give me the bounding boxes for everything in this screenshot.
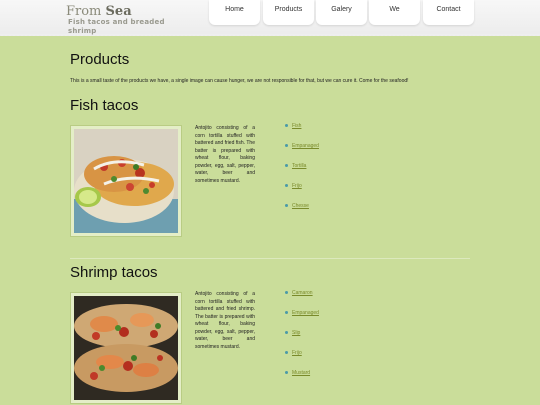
list-item: Mustard — [285, 369, 319, 389]
page-title: Products — [70, 51, 130, 68]
fish-tacos-photo — [70, 125, 182, 237]
fish-tacos-description: Antojito consisting of a corn tortilla s… — [195, 125, 255, 184]
bullet-icon — [285, 144, 288, 147]
nav-tab-we[interactable]: We — [369, 0, 420, 25]
list-item: Chesse — [285, 202, 319, 222]
shrimp-tacos-photo — [70, 292, 182, 404]
list-item: Tortilla — [285, 162, 319, 182]
ingredient-link[interactable]: Frijo — [292, 183, 302, 189]
bullet-icon — [285, 204, 288, 207]
bullet-icon — [285, 311, 288, 314]
list-item: Frijo — [285, 349, 319, 369]
product-title-fish-tacos: Fish tacos — [70, 97, 139, 114]
bullet-icon — [285, 291, 288, 294]
nav-tab-contact[interactable]: Contact — [423, 0, 474, 25]
logo-prefix: From — [66, 4, 102, 19]
list-item: Camaron — [285, 289, 319, 309]
nav-tab-home[interactable]: Home — [209, 0, 260, 25]
ingredient-link[interactable]: Fish — [292, 123, 301, 129]
ingredient-link[interactable]: Empanaged — [292, 310, 319, 316]
fish-tacos-ingredients: Fish Empanaged Tortilla Frijo Chesse — [285, 122, 319, 222]
site-logo[interactable]: From Sea — [66, 4, 132, 19]
list-item: Slip — [285, 329, 319, 349]
ingredient-link[interactable]: Mustard — [292, 370, 310, 376]
bullet-icon — [285, 164, 288, 167]
nav-tab-products[interactable]: Products — [263, 0, 314, 25]
section-divider — [70, 258, 470, 259]
list-item: Fish — [285, 122, 319, 142]
ingredient-link[interactable]: Tortilla — [292, 163, 306, 169]
site-tagline: Fish tacos and breaded shrimp — [68, 18, 165, 35]
ingredient-link[interactable]: Camaron — [292, 290, 313, 296]
bullet-icon — [285, 184, 288, 187]
shrimp-tacos-ingredients: Camaron Empanaged Slip Frijo Mustard — [285, 289, 319, 389]
list-item: Empanaged — [285, 309, 319, 329]
list-item: Empanaged — [285, 142, 319, 162]
list-item: Frijo — [285, 182, 319, 202]
bullet-icon — [285, 331, 288, 334]
ingredient-link[interactable]: Chesse — [292, 203, 309, 209]
ingredient-link[interactable]: Slip — [292, 330, 300, 336]
nav-tab-galery[interactable]: Galery — [316, 0, 367, 25]
bullet-icon — [285, 124, 288, 127]
bullet-icon — [285, 371, 288, 374]
logo-name: Sea — [105, 4, 132, 19]
product-title-shrimp-tacos: Shrimp tacos — [70, 264, 158, 281]
shrimp-tacos-image — [74, 296, 178, 400]
shrimp-tacos-description: Antojito consisting of a corn tortilla s… — [195, 291, 255, 350]
bullet-icon — [285, 351, 288, 354]
fish-tacos-image — [74, 129, 178, 233]
ingredient-link[interactable]: Frijo — [292, 350, 302, 356]
page-intro: This is a small taste of the products we… — [70, 78, 409, 84]
ingredient-link[interactable]: Empanaged — [292, 143, 319, 149]
